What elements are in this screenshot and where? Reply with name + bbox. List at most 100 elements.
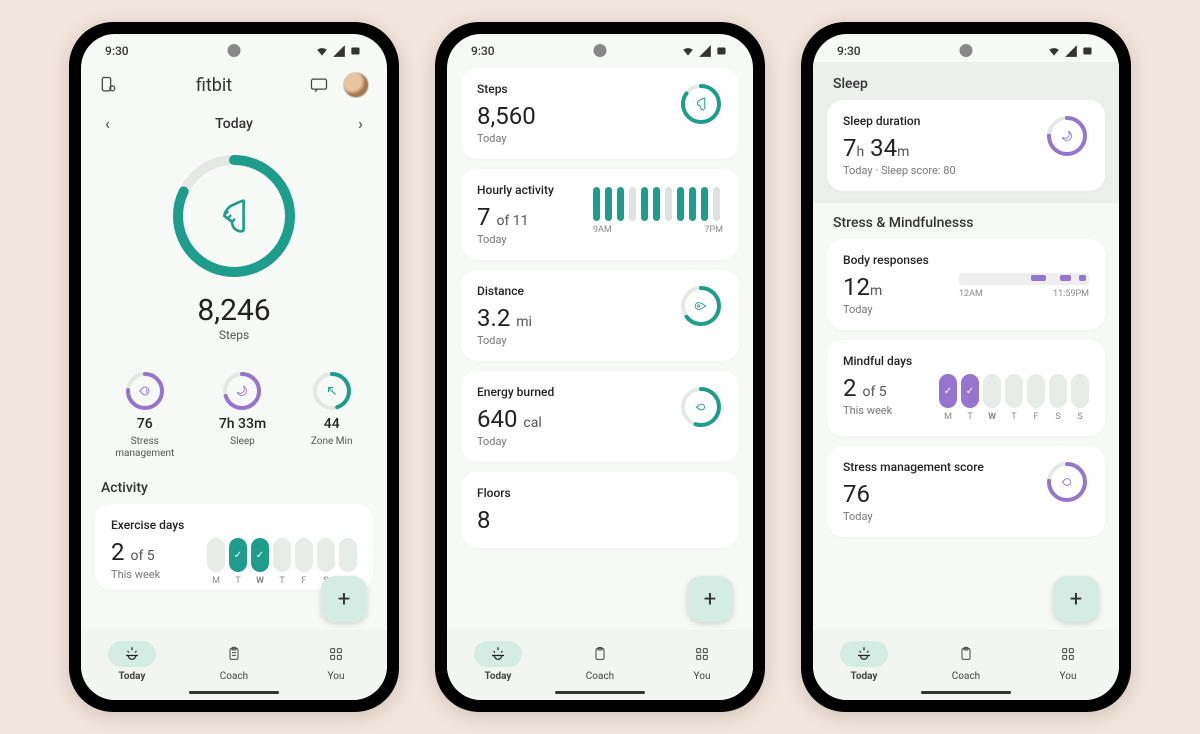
energy-title: Energy burned [477,385,554,399]
nav-today[interactable]: Today [840,641,888,682]
avatar[interactable] [343,72,369,98]
floors-title: Floors [477,486,723,500]
zone-icon [311,370,353,412]
fab-add[interactable]: + [321,576,367,622]
date-label[interactable]: Today [215,116,253,132]
distance-title: Distance [477,284,532,298]
mini-stress-val: 76 [137,416,153,432]
sleep-card[interactable]: Sleep duration 7h 34m Today · Sleep scor… [827,100,1105,191]
app-bar: fitbit [81,62,387,108]
signal-icon [332,44,346,58]
stress-header: Stress & Mindfulnesss [813,203,1119,239]
hourly-bars [593,183,723,221]
fab-add[interactable]: + [687,576,733,622]
flame-icon [679,385,723,429]
clipboard-icon [226,646,242,662]
screen-3: 9:30 Sleep Sleep duration 7h 34m Today ·… [813,34,1119,700]
nav-coach[interactable]: Coach [942,641,990,682]
mini-stress-lbl: Stressmanagement [115,436,174,460]
camera-dot [960,44,973,57]
stress-icon [124,370,166,412]
hero-label: Steps [219,328,249,342]
hourly-of: of 11 [496,213,528,229]
brand-title: fitbit [196,75,232,96]
hourly-title: Hourly activity [477,183,554,197]
distance-unit: mi [516,314,532,330]
mini-stress[interactable]: 76 Stressmanagement [115,370,174,460]
bottom-nav: Today Coach You [813,630,1119,700]
today-icon [123,645,141,663]
home-indicator[interactable] [921,691,1011,694]
nav-today[interactable]: Today [108,641,156,682]
home-indicator[interactable] [189,691,279,694]
status-time: 9:30 [471,44,495,58]
distance-sub: Today [477,334,532,347]
next-day-chevron[interactable]: › [358,114,363,133]
distance-val: 3.2 [477,304,510,332]
moon-icon [221,370,263,412]
signal-icon [1064,44,1078,58]
shoe-icon [211,193,257,239]
status-icons [1047,44,1095,58]
nav-you[interactable]: You [678,641,726,682]
stress-icon [1045,460,1089,504]
moon-icon [1045,114,1089,158]
mini-sleep-lbl: Sleep [230,436,255,448]
signal-icon [698,44,712,58]
steps-card[interactable]: Steps 8,560 Today [461,68,739,159]
bottom-nav: Today Coach You [81,630,387,700]
camera-dot [228,44,241,57]
nav-you[interactable]: You [1044,641,1092,682]
body-title: Body responses [843,253,1089,267]
today-icon [489,645,507,663]
stress-score-card[interactable]: Stress management score 76 Today [827,446,1105,537]
grid-icon [328,646,344,662]
mindful-title: Mindful days [843,354,1089,368]
clipboard-icon [592,646,608,662]
hourly-val: 7 [477,203,491,231]
clipboard-icon [958,646,974,662]
steps-sub: Today [477,132,536,145]
status-time: 9:30 [105,44,129,58]
home-indicator[interactable] [555,691,645,694]
devices-icon[interactable] [99,75,119,95]
mini-zone[interactable]: 44 Zone Min [311,370,353,460]
shoe-icon [679,82,723,126]
message-icon[interactable] [309,75,329,95]
floors-card[interactable]: Floors 8 [461,472,739,548]
body-responses-card[interactable]: Body responses 12m Today 12AM11:59PM [827,239,1105,330]
steps-ring [169,151,299,281]
prev-day-chevron[interactable]: ‹ [105,114,110,133]
distance-card[interactable]: Distance 3.2 mi Today [461,270,739,361]
wifi-icon [315,44,329,58]
mini-sleep-val: 7h 33m [219,416,266,432]
nav-you[interactable]: You [312,641,360,682]
hourly-card[interactable]: Hourly activity 7 of 11 Today 9AM7PM [461,169,739,260]
mini-zone-val: 44 [324,416,340,432]
fab-add[interactable]: + [1053,576,1099,622]
nav-coach[interactable]: Coach [210,641,258,682]
battery-icon [349,44,363,58]
nav-coach[interactable]: Coach [576,641,624,682]
wifi-icon [1047,44,1061,58]
camera-dot [594,44,607,57]
mindful-card[interactable]: Mindful days 2 of 5 This week ✓M ✓T W T … [827,340,1105,436]
phone-frame-1: 9:30 fitbit ‹ Today › [69,22,399,712]
hourly-sub: Today [477,233,554,246]
phone-frame-2: 9:30 Steps 8,560 Today [435,22,765,712]
mini-sleep[interactable]: 7h 33m Sleep [219,370,266,460]
sleep-title: Sleep duration [843,114,956,128]
activity-header: Activity [81,478,387,504]
status-icons [681,44,729,58]
floors-val: 8 [477,506,723,534]
hero-steps[interactable]: 8,246 Steps [81,143,387,356]
mini-zone-lbl: Zone Min [311,436,353,448]
stress-score-title: Stress management score [843,460,984,474]
grid-icon [694,646,710,662]
exercise-sub: This week [111,568,160,581]
nav-today[interactable]: Today [474,641,522,682]
today-icon [855,645,873,663]
energy-val: 640 [477,405,517,433]
bottom-nav: Today Coach You [447,630,753,700]
energy-card[interactable]: Energy burned 640 cal Today [461,371,739,462]
